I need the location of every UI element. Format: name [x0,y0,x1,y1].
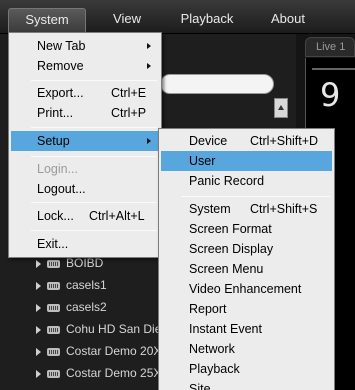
menu-item-site[interactable]: Site [161,379,332,390]
tree-item-label: casels2 [66,300,107,314]
system-menu: New Tab Remove Export... Ctrl+E Print... C… [8,32,162,258]
tree-item-label: casels1 [66,278,107,292]
menu-item-network[interactable]: Network [161,339,332,359]
menu-item-logout[interactable]: Logout... [11,179,159,199]
menu-item-instant-event[interactable]: Instant Event [161,319,332,339]
main-menubar: System View Playback About [0,0,355,34]
expand-icon [36,369,41,378]
tree-item-label: Costar Demo 25XD [66,366,171,380]
submenu-arrow-icon [147,63,151,69]
expand-icon [36,303,41,312]
tab-live[interactable]: Live 1 [305,37,355,57]
tree-item[interactable]: Costar Demo 25XD [36,363,170,383]
tree-item-label: BOIBD [66,256,104,270]
menu-item-playback[interactable]: Playback [161,359,332,379]
menu-separator [31,80,157,81]
menu-separator [31,202,157,203]
menu-about[interactable]: About [262,8,314,30]
tree-item[interactable]: casels2 [36,297,107,317]
menu-view[interactable]: View [100,8,154,30]
menu-item-lock[interactable]: Lock... Ctrl+Alt+L [11,206,159,226]
menu-item-remove[interactable]: Remove [11,56,159,76]
expand-icon [36,281,41,290]
menu-item-system[interactable]: System Ctrl+Shift+S [161,199,332,219]
menu-item-print[interactable]: Print... Ctrl+P [11,103,159,123]
submenu-arrow-icon [147,138,151,144]
search-input[interactable] [160,74,274,94]
camera-icon [47,369,60,378]
menu-system[interactable]: System [8,8,86,32]
menu-separator [181,196,330,197]
expand-icon [36,347,41,356]
channel-number: 9 [320,76,341,114]
menu-item-login: Login... [37,162,79,176]
menu-separator [31,156,157,157]
camera-icon [47,281,60,290]
menu-item-report[interactable]: Report [161,299,332,319]
scrollbar-up-button[interactable] [274,98,288,118]
camera-icon [47,325,60,334]
menu-playback[interactable]: Playback [176,8,238,30]
chevron-up-icon [278,105,284,110]
menu-item-user[interactable]: User [161,151,332,171]
tree-item[interactable]: casels1 [36,275,107,295]
menu-item-export[interactable]: Export... Ctrl+E [11,83,159,103]
tree-item[interactable]: Costar Demo 20XD [36,341,170,361]
menu-item-exit[interactable]: Exit... [11,234,159,254]
menu-item-setup[interactable]: Setup [11,131,159,151]
expand-icon [36,259,41,268]
expand-icon [36,325,41,334]
camera-icon [47,347,60,356]
submenu-arrow-icon [147,43,151,49]
divider [312,68,355,70]
menu-item-video-enhancement[interactable]: Video Enhancement [161,279,332,299]
tree-item-label: Costar Demo 20XD [66,344,171,358]
menu-separator [31,127,157,128]
setup-submenu: Device Ctrl+Shift+D User Panic Record Sys… [158,128,335,390]
menu-item-screen-display[interactable]: Screen Display [161,239,332,259]
menu-item-screen-menu[interactable]: Screen Menu [161,259,332,279]
menu-item-panic-record[interactable]: Panic Record [161,171,332,191]
menu-separator [31,230,157,231]
menu-item-device[interactable]: Device Ctrl+Shift+D [161,131,332,151]
menu-item-new-tab[interactable]: New Tab [11,36,159,56]
menu-item-screen-format[interactable]: Screen Format [161,219,332,239]
camera-icon [47,303,60,312]
tree-item[interactable]: Cohu HD San Diego [36,319,175,339]
camera-icon [47,259,60,268]
